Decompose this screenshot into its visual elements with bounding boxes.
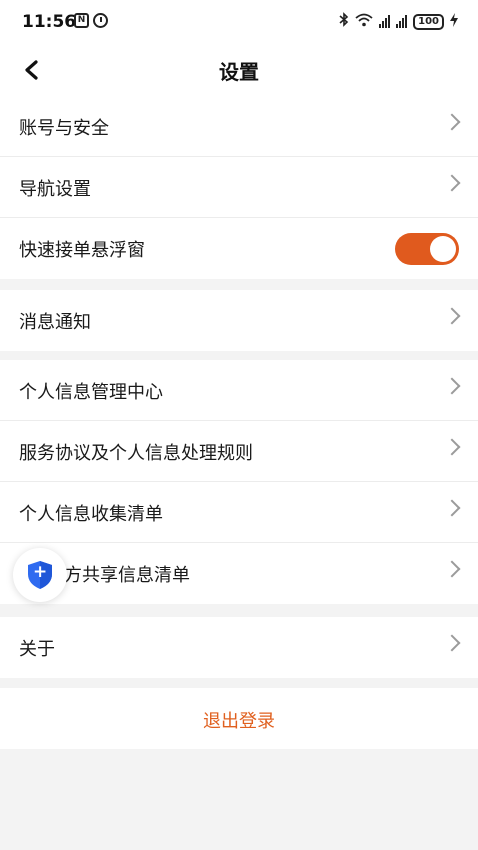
chevron-right-icon — [443, 307, 461, 325]
status-bar: 11:56 N 100 — [0, 0, 478, 44]
info-collection-list-label: 个人信息收集清单 — [19, 504, 163, 525]
info-collection-list-item[interactable]: 个人信息收集清单 — [0, 482, 478, 543]
navigation-settings-item[interactable]: 导航设置 — [0, 157, 478, 218]
signal-icon — [396, 15, 408, 28]
quick-float-window-label: 快速接单悬浮窗 — [19, 240, 145, 261]
logout-section: 退出登录 — [0, 688, 478, 749]
personal-info-center-label: 个人信息管理中心 — [19, 382, 163, 403]
service-agreement-label: 服务协议及个人信息处理规则 — [19, 443, 253, 464]
quick-float-window-item: 快速接单悬浮窗 — [0, 218, 478, 279]
toggle-knob — [430, 236, 456, 262]
floating-shield-button[interactable]: + — [13, 548, 67, 602]
account-security-item[interactable]: 账号与安全 — [0, 96, 478, 157]
chevron-right-icon — [443, 113, 461, 131]
about-label: 关于 — [19, 639, 55, 660]
notifications-label: 消息通知 — [19, 312, 91, 333]
settings-group-privacy: 个人信息管理中心 服务协议及个人信息处理规则 个人信息收集清单 方共享信息清单 — [0, 360, 478, 604]
battery-icon: 100 — [413, 13, 444, 30]
navigation-settings-label: 导航设置 — [19, 179, 91, 200]
chevron-right-icon — [443, 560, 461, 578]
charging-icon — [450, 12, 458, 31]
nfc-icon: N — [74, 13, 89, 28]
alarm-icon — [93, 13, 108, 28]
about-item[interactable]: 关于 — [0, 617, 478, 678]
chevron-right-icon — [443, 174, 461, 192]
status-time: 11:56 — [22, 12, 77, 32]
logout-button[interactable]: 退出登录 — [0, 707, 478, 733]
chevron-right-icon — [443, 438, 461, 456]
quick-float-window-toggle[interactable] — [395, 233, 459, 265]
signal-icon — [379, 15, 391, 28]
shield-plus-glyph: + — [33, 562, 48, 582]
wifi-icon — [355, 13, 373, 31]
chevron-right-icon — [443, 634, 461, 652]
nav-bar: 设置 — [0, 44, 478, 96]
third-party-sharing-list-label: 方共享信息清单 — [64, 565, 190, 586]
service-agreement-item[interactable]: 服务协议及个人信息处理规则 — [0, 421, 478, 482]
notifications-item[interactable]: 消息通知 — [0, 290, 478, 351]
chevron-right-icon — [443, 499, 461, 517]
page-title: 设置 — [219, 60, 259, 84]
settings-group-notifications: 消息通知 — [0, 290, 478, 351]
personal-info-center-item[interactable]: 个人信息管理中心 — [0, 360, 478, 421]
account-security-label: 账号与安全 — [19, 118, 109, 139]
chevron-right-icon — [443, 377, 461, 395]
settings-group-account: 账号与安全 导航设置 快速接单悬浮窗 — [0, 96, 478, 279]
settings-group-about: 关于 — [0, 617, 478, 678]
bluetooth-icon — [339, 12, 349, 31]
third-party-sharing-list-item[interactable]: 方共享信息清单 — [0, 543, 478, 604]
